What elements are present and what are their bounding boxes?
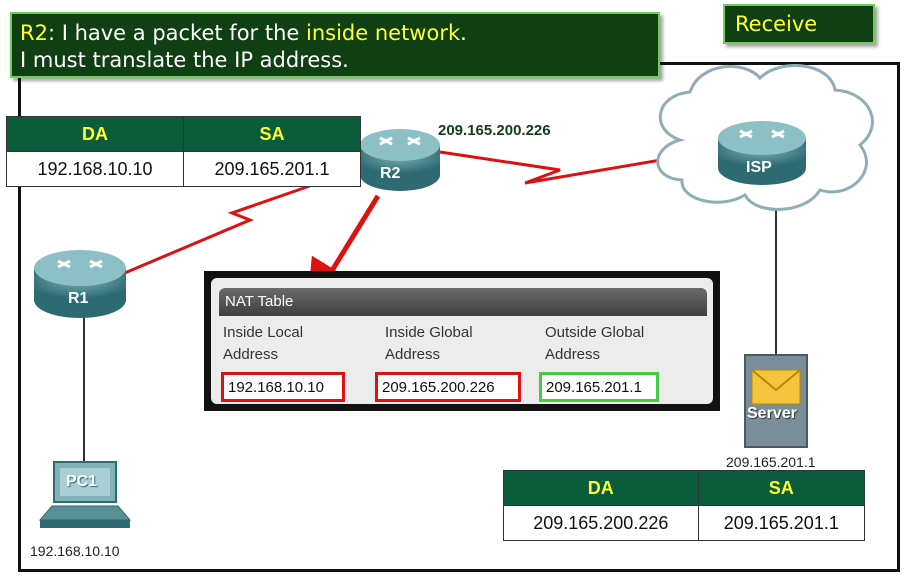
pkt-top-da-label: DA xyxy=(6,116,184,152)
pkt-bottom-da: 209.165.200.226 xyxy=(503,505,699,541)
nat-col-2-line2: Address xyxy=(545,346,601,363)
packet-header-top: DA SA 192.168.10.10 209.165.201.1 xyxy=(6,116,361,187)
nat-col-inside-local: Inside Local Address xyxy=(223,322,303,366)
nat-table-panel: NAT Table Inside Local Address Inside Gl… xyxy=(211,278,713,404)
nat-col-0-line2: Address xyxy=(223,346,279,363)
server-label: Server xyxy=(747,405,797,422)
pkt-bottom-sa: 209.165.201.1 xyxy=(697,505,866,541)
r2-link-ip: 209.165.200.226 xyxy=(438,122,551,139)
pc-icon[interactable] xyxy=(38,461,132,528)
server-icon[interactable] xyxy=(744,354,808,448)
nat-col-inside-global: Inside Global Address xyxy=(385,322,473,366)
pkt-top-sa: 209.165.201.1 xyxy=(183,151,361,187)
packet-header-bottom: DA SA 209.165.200.226 209.165.201.1 xyxy=(503,470,866,541)
nat-row-inside-local: 192.168.10.10 xyxy=(221,372,345,402)
router-isp-label: ISP xyxy=(746,159,772,176)
nat-table: NAT Table Inside Local Address Inside Gl… xyxy=(204,271,720,411)
nat-row-outside-global: 209.165.201.1 xyxy=(539,372,659,402)
pkt-top-da: 192.168.10.10 xyxy=(6,151,184,187)
server-ip: 209.165.201.1 xyxy=(726,454,816,470)
nat-col-1-line2: Address xyxy=(385,346,441,363)
router-r1-label: R1 xyxy=(68,290,89,307)
nat-table-title: NAT Table xyxy=(219,288,707,316)
caption-part1: : I have a packet for the xyxy=(47,21,306,45)
pc-label: PC1 xyxy=(66,473,98,490)
caption-line2: I must translate the IP address. xyxy=(20,48,349,72)
diagram-stage: R2 R1 ISP Server PC1 209.165.200.226 209… xyxy=(0,0,913,586)
pkt-bottom-sa-label: SA xyxy=(697,470,866,506)
nat-row-inside-global: 209.165.200.226 xyxy=(375,372,521,402)
router-r2-label: R2 xyxy=(380,165,401,182)
nat-col-2-line1: Outside Global xyxy=(545,324,645,341)
caption-highlight: inside network xyxy=(306,21,461,45)
pkt-top-sa-label: SA xyxy=(183,116,361,152)
caption-box: R2: I have a packet for the inside netwo… xyxy=(10,12,660,78)
nat-col-outside-global: Outside Global Address xyxy=(545,322,644,366)
caption-prefix: R2 xyxy=(20,21,48,45)
pc-ip: 192.168.10.10 xyxy=(30,543,120,559)
receive-badge: Receive xyxy=(723,4,875,44)
pkt-bottom-da-label: DA xyxy=(503,470,699,506)
nat-col-0-line1: Inside Local xyxy=(223,324,304,341)
caption-part2: . xyxy=(460,21,467,45)
nat-col-1-line1: Inside Global xyxy=(385,324,473,341)
